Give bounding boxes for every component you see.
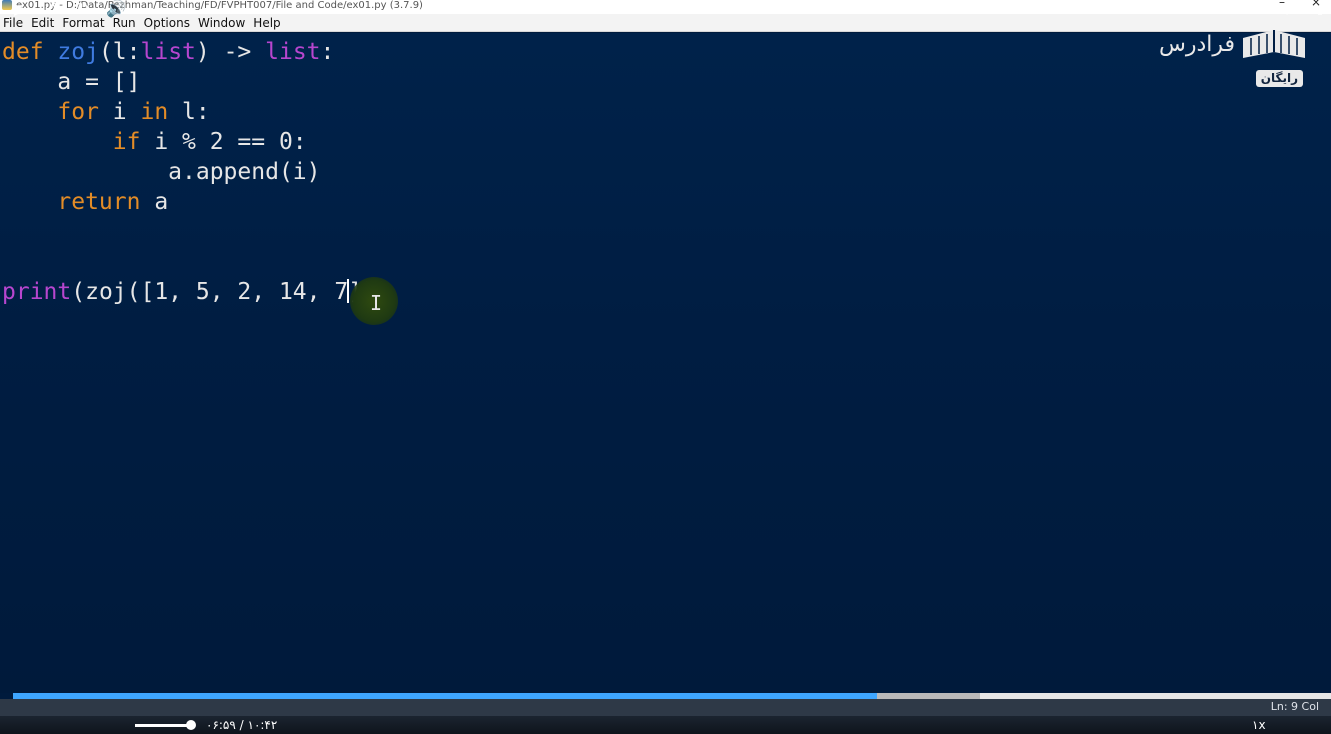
time-separator: / [235, 718, 248, 732]
keyword-def: def [2, 39, 44, 65]
code-token: i % 2 == 0: [140, 129, 307, 155]
status-strip [0, 699, 1331, 716]
volume-icon[interactable]: 🔊 [106, 0, 126, 18]
builtin-list: list [140, 39, 196, 65]
code-line-4: if i % 2 == 0: [2, 129, 307, 155]
code-token: i [98, 99, 141, 125]
menu-options[interactable]: Options [140, 14, 194, 32]
code-line-1: def zoj(l:list) -> list: [2, 39, 334, 65]
fullscreen-icon[interactable]: ⛶ [1311, 0, 1322, 18]
video-controls [0, 716, 1331, 734]
settings-icon[interactable]: ⚙ [1280, 0, 1294, 18]
menu-help[interactable]: Help [249, 14, 284, 32]
python-app-icon [2, 0, 12, 10]
builtin-print: print [2, 279, 72, 305]
menu-window[interactable]: Window [194, 14, 249, 32]
keyword-for: for [57, 99, 99, 125]
code-line-3: for i in l: [2, 99, 210, 125]
menu-bar: File Edit Format Run Options Window Help [0, 14, 1331, 32]
code-token: a [140, 189, 169, 215]
code-line-2: a = [] [2, 69, 141, 95]
volume-slider[interactable] [135, 724, 191, 727]
playback-speed[interactable]: ۱x [1252, 716, 1266, 734]
keyword-if: if [112, 129, 141, 155]
code-line-9: print(zoj([1, 5, 2, 14, 7])) [2, 279, 390, 305]
ibeam-cursor-icon: I [370, 291, 383, 315]
current-time: ۰۶:۵۹ [206, 718, 236, 732]
watermark-brand: فرادرس [1159, 32, 1236, 57]
window-titlebar: ex01.py - D:/Data/Pezhman/Teaching/FD/FV… [0, 0, 1331, 14]
code-line-5: a.append(i) [2, 159, 321, 185]
function-name: zoj [57, 39, 99, 65]
code-editor[interactable]: def zoj(l:list) -> list: a = [] for i in… [0, 33, 1331, 693]
forward-icon[interactable]: ↻ [76, 0, 89, 18]
rewind-icon[interactable]: ↺ [44, 0, 57, 18]
keyword-in: in [140, 99, 169, 125]
code-token: ) -> [195, 39, 266, 65]
watermark-free-badge: رایگان [1255, 70, 1303, 87]
faradars-watermark: فرادرس رایگان [1159, 20, 1309, 92]
code-token: (l: [98, 39, 141, 65]
code-token: : [320, 39, 335, 65]
keyword-return: return [57, 189, 141, 215]
code-text[interactable]: def zoj(l:list) -> list: a = [] for i in… [2, 37, 390, 307]
play-icon[interactable]: ▶ [14, 0, 26, 18]
time-display: ۰۶:۵۹ / ۱۰:۴۲ [206, 716, 277, 734]
volume-knob[interactable] [186, 720, 196, 730]
total-time: ۱۰:۴۲ [247, 718, 278, 732]
book-logo-icon [1243, 30, 1305, 58]
builtin-list-return: list [265, 39, 321, 65]
code-token: l: [168, 99, 210, 125]
code-line-6: return a [2, 189, 168, 215]
status-line-col: Ln: 9 Col [1270, 700, 1319, 713]
code-token: (zoj([1, 5, 2, 14, 7 [71, 279, 349, 305]
